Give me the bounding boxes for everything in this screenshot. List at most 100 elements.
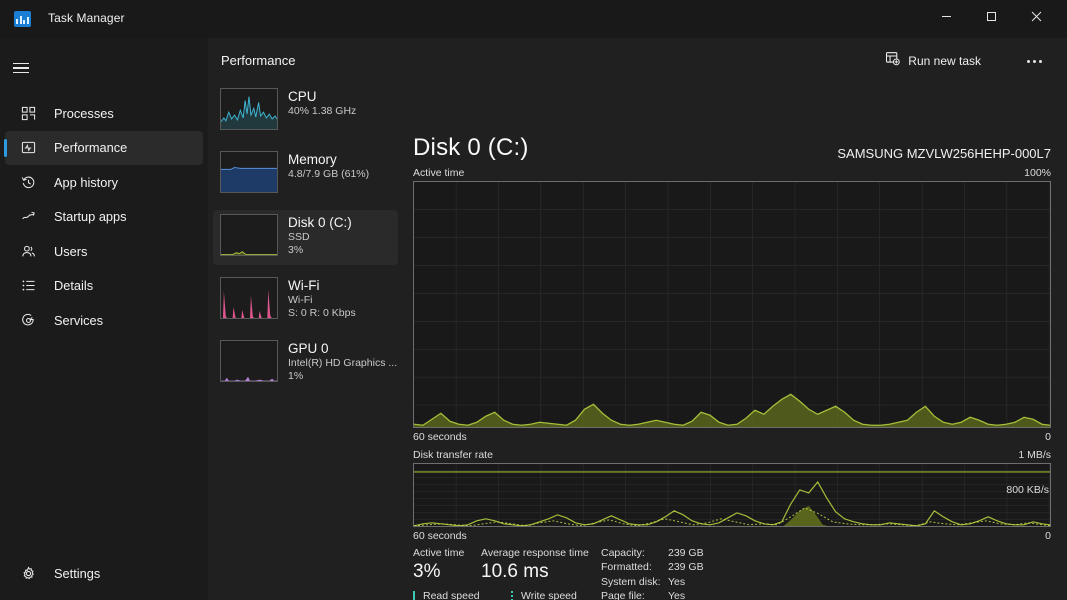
property-row: System disk: Yes xyxy=(601,575,704,589)
active-time-stat-value: 3% xyxy=(413,560,464,584)
property-key: Capacity: xyxy=(601,546,668,560)
active-time-stat: Active time 3% xyxy=(413,546,464,584)
content-area: Performance Run new task xyxy=(208,38,1067,600)
active-time-plot xyxy=(414,182,1050,428)
property-row: Formatted: 239 GB xyxy=(601,560,704,574)
transfer-rate-scale-label: 800 KB/s xyxy=(1006,484,1049,496)
memory-mini-graph xyxy=(220,151,278,193)
active-time-duration: 60 seconds xyxy=(413,431,467,443)
property-key: Page file: xyxy=(601,589,668,600)
avg-response-stat-label: Average response time xyxy=(481,546,589,560)
details-icon xyxy=(18,276,38,296)
resource-item-text: Wi-Fi Wi-Fi S: 0 R: 0 Kbps xyxy=(288,277,356,320)
active-time-min: 0 xyxy=(1045,431,1051,443)
run-new-task-label: Run new task xyxy=(908,54,981,68)
sidebar-item-label: Services xyxy=(54,313,103,328)
close-button[interactable] xyxy=(1013,0,1059,32)
write-speed-stat: Write speed 113 KB/s xyxy=(511,589,597,600)
active-time-max: 100% xyxy=(1024,167,1051,179)
resource-sub1: 4.8/7.9 GB (61%) xyxy=(288,168,369,181)
property-row: Capacity: 239 GB xyxy=(601,546,704,560)
disk-mini-graph xyxy=(220,214,278,256)
run-new-task-icon xyxy=(885,51,900,71)
resource-sub1: Intel(R) HD Graphics ... xyxy=(288,357,397,370)
resource-item-cpu[interactable]: CPU 40% 1.38 GHz xyxy=(213,84,398,139)
sidebar-item-startup-apps[interactable]: Startup apps xyxy=(5,200,203,235)
sidebar: Processes Performance xyxy=(0,38,208,600)
gpu-mini-graph xyxy=(220,340,278,382)
services-icon xyxy=(18,310,38,330)
resource-sub2: 1% xyxy=(288,370,397,383)
wifi-mini-graph xyxy=(220,277,278,319)
users-icon xyxy=(18,241,38,261)
resource-name: GPU 0 xyxy=(288,341,397,357)
read-speed-stat: Read speed 60.7 KB/s xyxy=(413,589,505,600)
title-bar: Task Manager xyxy=(0,0,1067,38)
sidebar-item-label: Processes xyxy=(54,106,114,121)
sidebar-item-processes[interactable]: Processes xyxy=(5,96,203,131)
sidebar-item-label: Startup apps xyxy=(54,209,127,224)
resource-sub1: Wi-Fi xyxy=(288,294,356,307)
sidebar-item-label: Settings xyxy=(54,566,100,581)
property-value: 239 GB xyxy=(668,560,704,574)
read-speed-stat-label: Read speed xyxy=(423,589,505,600)
active-time-graph xyxy=(413,181,1051,428)
resource-item-memory[interactable]: Memory 4.8/7.9 GB (61%) xyxy=(213,147,398,202)
performance-icon xyxy=(18,138,38,158)
disk-title: Disk 0 (C:) xyxy=(413,134,529,162)
window-title: Task Manager xyxy=(48,11,125,25)
history-icon xyxy=(18,172,38,192)
active-time-stat-label: Active time xyxy=(413,546,464,560)
gear-icon xyxy=(18,563,38,583)
property-row: Page file: Yes xyxy=(601,589,704,600)
sidebar-item-details[interactable]: Details xyxy=(5,269,203,304)
sidebar-item-services[interactable]: Services xyxy=(5,303,203,338)
write-speed-stat-label: Write speed xyxy=(521,589,597,600)
disk-stats: Active time 3% Average response time 10.… xyxy=(413,546,1053,600)
disk-properties-table: Capacity: 239 GB Formatted: 239 GB Syste… xyxy=(601,546,704,600)
avg-response-stat-value: 10.6 ms xyxy=(481,560,589,584)
resource-item-gpu[interactable]: GPU 0 Intel(R) HD Graphics ... 1% xyxy=(213,336,398,391)
minimize-button[interactable] xyxy=(923,0,969,32)
sidebar-item-users[interactable]: Users xyxy=(5,234,203,269)
sidebar-item-app-history[interactable]: App history xyxy=(5,165,203,200)
sidebar-item-label: Details xyxy=(54,278,93,293)
content-header: Performance Run new task xyxy=(208,38,1067,84)
run-new-task-button[interactable]: Run new task xyxy=(877,48,989,74)
sidebar-item-performance[interactable]: Performance xyxy=(5,131,203,166)
resource-item-disk[interactable]: Disk 0 (C:) SSD 3% xyxy=(213,210,398,265)
property-value: 239 GB xyxy=(668,546,704,560)
startup-icon xyxy=(18,207,38,227)
disk-model: SAMSUNG MZVLW256HEHP-000L7 xyxy=(837,146,1051,161)
resource-name: Disk 0 (C:) xyxy=(288,215,352,231)
property-value: Yes xyxy=(668,589,685,600)
task-manager-icon xyxy=(14,11,31,27)
read-speed-marker xyxy=(413,591,415,600)
maximize-button[interactable] xyxy=(968,0,1014,32)
transfer-rate-duration: 60 seconds xyxy=(413,530,467,542)
sidebar-item-label: Performance xyxy=(54,140,127,155)
resource-sub1: SSD xyxy=(288,231,352,244)
resource-sub2: S: 0 R: 0 Kbps xyxy=(288,307,356,320)
resource-item-text: GPU 0 Intel(R) HD Graphics ... 1% xyxy=(288,340,397,383)
sidebar-item-label: Users xyxy=(54,244,87,259)
resource-item-text: Memory 4.8/7.9 GB (61%) xyxy=(288,151,369,181)
cpu-mini-graph xyxy=(220,88,278,130)
resource-sub1: 40% 1.38 GHz xyxy=(288,105,356,118)
write-speed-marker xyxy=(511,591,513,600)
task-manager-window: Task Manager Processes xyxy=(0,0,1067,600)
sidebar-item-settings[interactable]: Settings xyxy=(0,556,208,590)
sidebar-nav-list: Processes Performance xyxy=(0,96,208,338)
resource-name: Wi-Fi xyxy=(288,278,356,294)
resource-name: CPU xyxy=(288,89,356,105)
resource-sub2: 3% xyxy=(288,244,352,257)
resource-item-text: CPU 40% 1.38 GHz xyxy=(288,88,356,118)
resource-list: CPU 40% 1.38 GHz Memory 4.8/7.9 GB (61%) xyxy=(208,84,403,600)
property-value: Yes xyxy=(668,575,685,589)
page-title: Performance xyxy=(221,53,295,68)
ellipsis-icon[interactable] xyxy=(1019,48,1049,74)
transfer-rate-caption: Disk transfer rate xyxy=(413,449,493,461)
hamburger-menu-button[interactable] xyxy=(0,48,208,88)
resource-item-wifi[interactable]: Wi-Fi Wi-Fi S: 0 R: 0 Kbps xyxy=(213,273,398,328)
resource-name: Memory xyxy=(288,152,369,168)
